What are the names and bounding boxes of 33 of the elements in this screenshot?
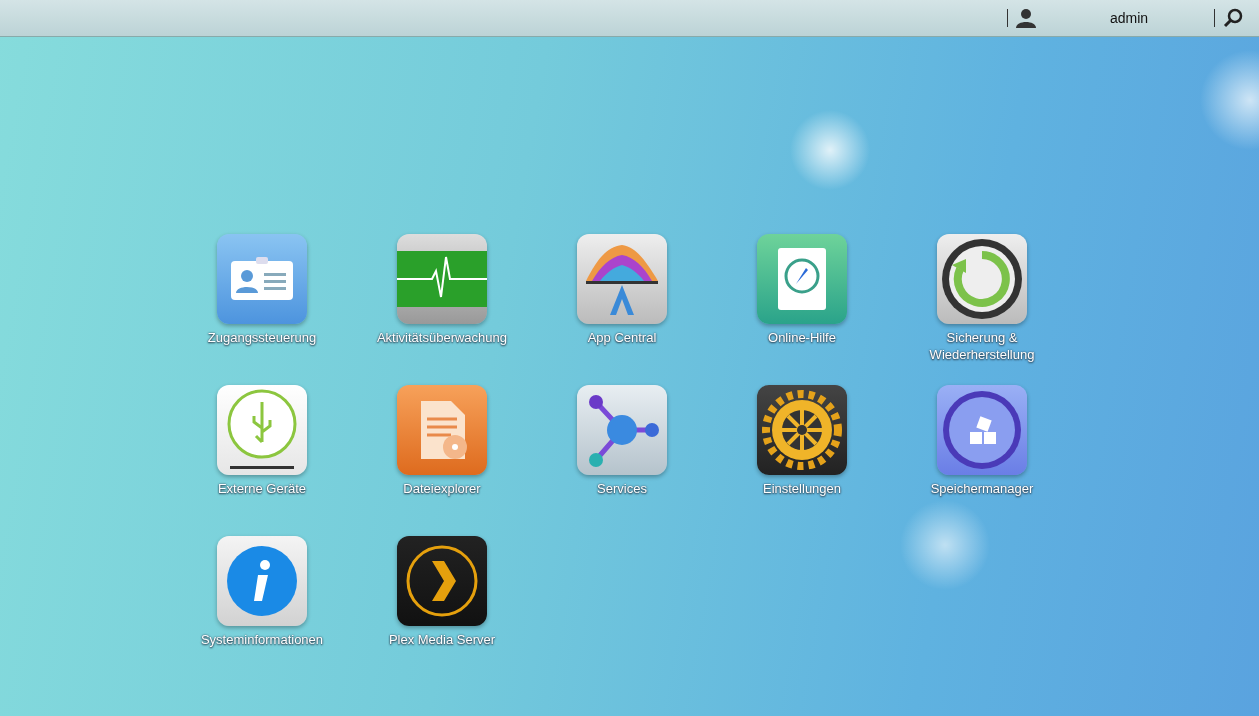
search-icon[interactable] [1223, 8, 1243, 28]
app-label[interactable]: Dateiexplorer [357, 480, 527, 497]
app-label[interactable]: Services [537, 480, 707, 497]
app-label[interactable]: App Central [537, 329, 707, 346]
app-tile[interactable] [397, 536, 487, 626]
app-tile[interactable] [937, 385, 1027, 475]
storage-blocks-icon [940, 388, 1024, 472]
app-tile[interactable] [937, 234, 1027, 324]
app-label[interactable]: Sicherung & Wiederherstellung [897, 329, 1067, 363]
user-icon[interactable] [1016, 8, 1036, 28]
app-label[interactable]: Systeminformationen [177, 631, 347, 648]
info-icon [226, 545, 298, 617]
app-label[interactable]: Online-Hilfe [717, 329, 887, 346]
id-card-icon [230, 257, 294, 301]
app-tile[interactable] [577, 234, 667, 324]
app-label[interactable]: Externe Geräte [177, 480, 347, 497]
app-tile[interactable] [757, 234, 847, 324]
app-label[interactable]: Speichermanager [897, 480, 1067, 497]
app-tile[interactable] [217, 385, 307, 475]
heartbeat-monitor-icon [397, 251, 487, 307]
app-label[interactable]: Plex Media Server [357, 631, 527, 648]
gear-icon [762, 390, 842, 470]
app-tile[interactable] [577, 385, 667, 475]
app-label[interactable]: Zugangssteuerung [177, 329, 347, 346]
app-tile[interactable] [757, 385, 847, 475]
app-tile[interactable] [217, 234, 307, 324]
app-label[interactable]: Einstellungen [717, 480, 887, 497]
app-tile[interactable] [397, 385, 487, 475]
user-name: admin [1108, 10, 1150, 26]
chevron-circle-icon [404, 543, 480, 619]
app-tile[interactable] [217, 536, 307, 626]
app-tile[interactable] [397, 234, 487, 324]
app-label[interactable]: Aktivitätsüberwachung [357, 329, 527, 346]
